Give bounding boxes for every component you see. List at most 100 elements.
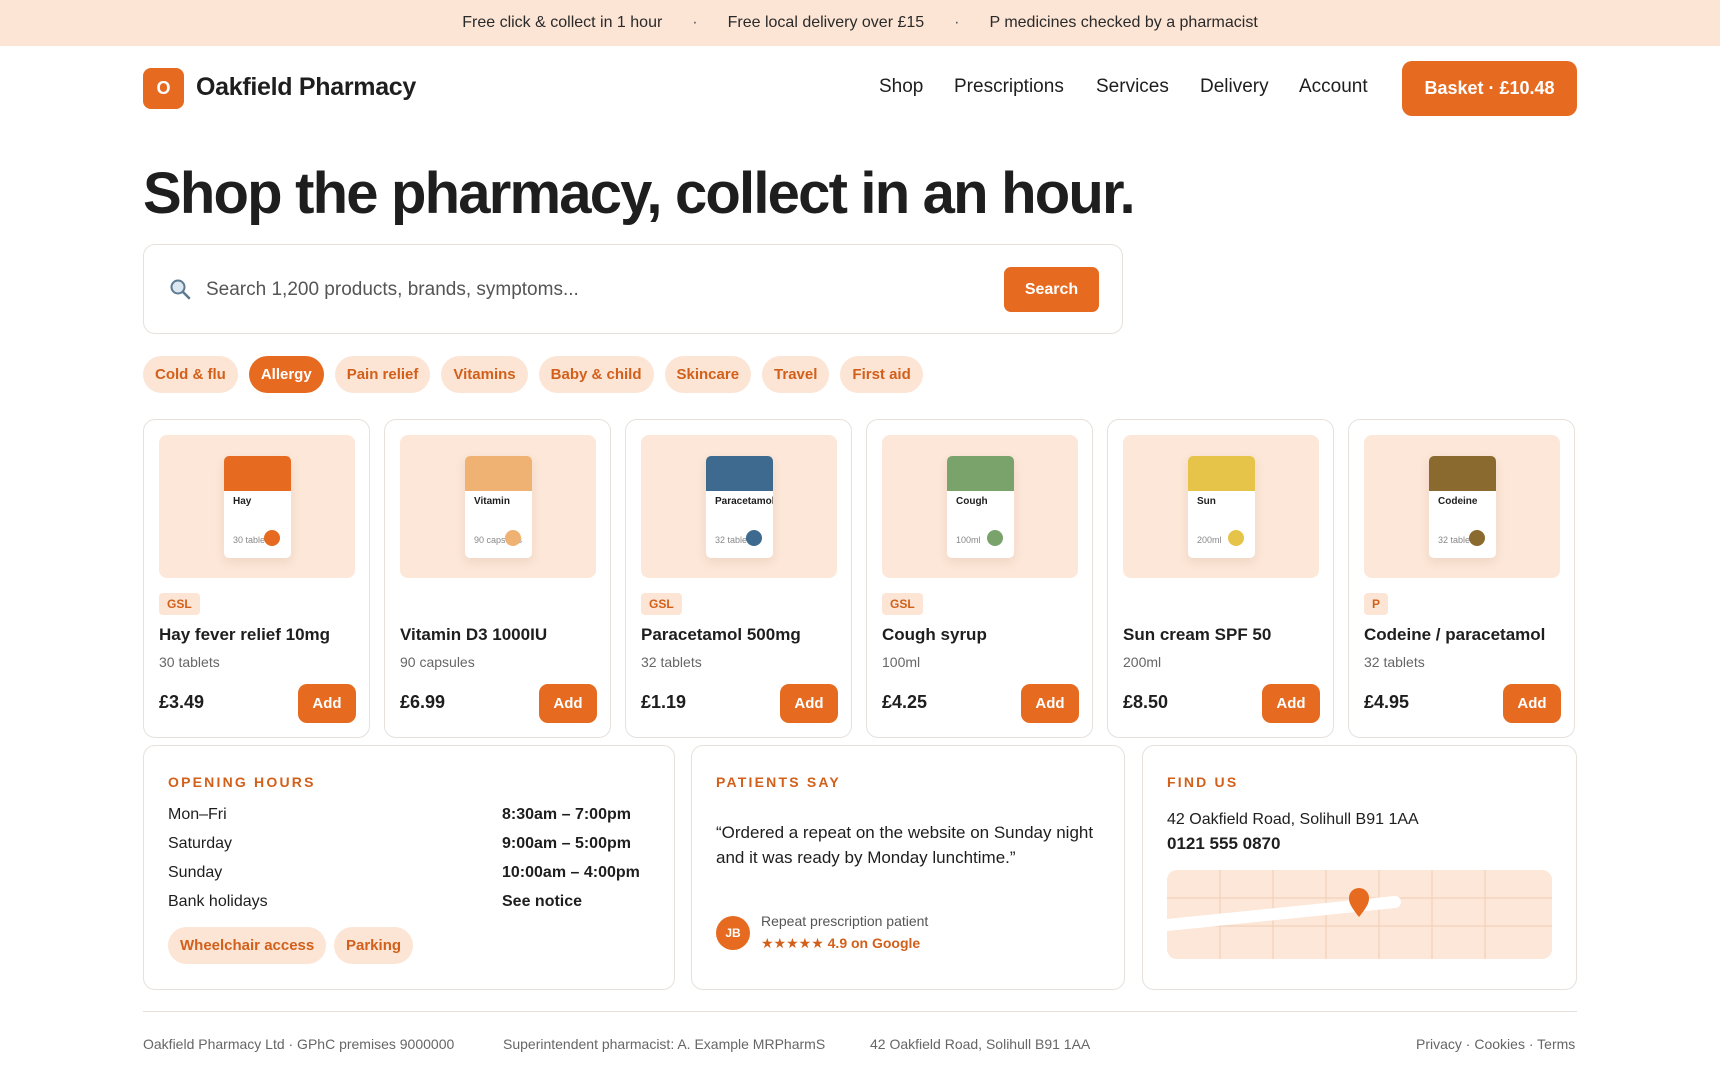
product-pack-size: 100ml <box>882 654 921 670</box>
map-illustration <box>1167 870 1552 959</box>
store-map[interactable] <box>1167 870 1552 959</box>
product-card[interactable]: Cough 100ml GSL Cough syrup 100ml £4.25 … <box>866 419 1093 738</box>
product-card[interactable]: Vitamin 90 capsules Vitamin D3 1000IU 90… <box>384 419 611 738</box>
bottle-dot <box>1469 530 1485 546</box>
product-name[interactable]: Codeine / paracetamol <box>1364 625 1545 645</box>
brand-name[interactable]: Oakfield Pharmacy <box>196 73 416 102</box>
search-input[interactable] <box>206 273 966 307</box>
category-chip[interactable]: Vitamins <box>441 356 528 393</box>
footer-link-privacy[interactable]: Privacy <box>1416 1036 1462 1052</box>
bottle-size: 100ml <box>956 535 981 545</box>
product-name[interactable]: Cough syrup <box>882 625 987 645</box>
search-bar: Search <box>143 244 1123 334</box>
bottle-illustration: Hay 30 tablets <box>224 456 291 558</box>
product-image[interactable]: Hay 30 tablets <box>159 435 355 578</box>
bottle-size: 200ml <box>1197 535 1222 545</box>
add-to-basket-button[interactable]: Add <box>1021 684 1079 723</box>
bottle-label: Sun <box>1197 496 1216 507</box>
product-card[interactable]: Codeine 32 tablets P Codeine / paracetam… <box>1348 419 1575 738</box>
product-pack-size: 90 capsules <box>400 654 475 670</box>
footer-link-terms[interactable]: Terms <box>1537 1036 1575 1052</box>
product-name[interactable]: Vitamin D3 1000IU <box>400 625 547 645</box>
search-button[interactable]: Search <box>1004 267 1099 312</box>
find-us-panel: FIND US 42 Oakfield Road, Solihull B91 1… <box>1142 745 1577 990</box>
nav-delivery[interactable]: Delivery <box>1200 76 1269 98</box>
product-image[interactable]: Codeine 32 tablets <box>1364 435 1560 578</box>
category-chip[interactable]: First aid <box>840 356 923 393</box>
page-title: Shop the pharmacy, collect in an hour. <box>143 161 1136 226</box>
bottle-cap <box>706 456 773 491</box>
product-pack-size: 30 tablets <box>159 654 220 670</box>
promo-delivery: Free local delivery over £15 <box>727 14 925 31</box>
promo-pharmacist: P medicines checked by a pharmacist <box>989 14 1258 31</box>
product-card[interactable]: Paracetamol 32 tablets GSL Paracetamol 5… <box>625 419 852 738</box>
footer-address: 42 Oakfield Road, Solihull B91 1AA <box>870 1036 1091 1052</box>
hours-day: Bank holidays <box>168 893 268 910</box>
bottle-label: Codeine <box>1438 496 1478 507</box>
add-to-basket-button[interactable]: Add <box>1262 684 1320 723</box>
store-phone[interactable]: 0121 555 0870 <box>1167 834 1280 854</box>
opening-hours-panel: OPENING HOURS Mon–Fri 8:30am – 7:00pm Sa… <box>143 745 675 990</box>
product-card[interactable]: Sun 200ml Sun cream SPF 50 200ml £8.50 A… <box>1107 419 1334 738</box>
product-card[interactable]: Hay 30 tablets GSL Hay fever relief 10mg… <box>143 419 370 738</box>
add-to-basket-button[interactable]: Add <box>539 684 597 723</box>
reviews-heading: PATIENTS SAY <box>716 774 841 790</box>
product-image[interactable]: Sun 200ml <box>1123 435 1319 578</box>
product-image[interactable]: Paracetamol 32 tablets <box>641 435 837 578</box>
nav-shop[interactable]: Shop <box>879 76 923 98</box>
category-chip[interactable]: Skincare <box>664 356 752 393</box>
product-image[interactable]: Vitamin 90 capsules <box>400 435 596 578</box>
hours-time: 9:00am – 5:00pm <box>502 835 631 852</box>
google-rating[interactable]: ★★★★★ 4.9 on Google <box>761 935 920 952</box>
bottle-illustration: Paracetamol 32 tablets <box>706 456 773 558</box>
add-to-basket-button[interactable]: Add <box>780 684 838 723</box>
bottle-dot <box>746 530 762 546</box>
basket-button[interactable]: Basket · £10.48 <box>1402 61 1577 116</box>
logo[interactable]: O <box>143 68 184 109</box>
bottle-label: Vitamin <box>474 496 510 507</box>
product-price: £6.99 <box>400 692 446 712</box>
category-chip[interactable]: Pain relief <box>334 356 431 393</box>
amenity-badge-parking: Parking <box>334 927 414 964</box>
bottle-illustration: Cough 100ml <box>947 456 1014 558</box>
category-chip[interactable]: Baby & child <box>538 356 654 393</box>
product-name[interactable]: Sun cream SPF 50 <box>1123 625 1271 645</box>
nav-services[interactable]: Services <box>1096 76 1169 98</box>
medicine-class-badge: GSL <box>641 593 682 615</box>
medicine-class-badge: GSL <box>882 593 923 615</box>
category-chip[interactable]: Cold & flu <box>143 356 238 393</box>
hours-day: Mon–Fri <box>168 806 227 823</box>
footer-superintendent: Superintendent pharmacist: A. Example MR… <box>503 1036 826 1052</box>
opening-hours-heading: OPENING HOURS <box>168 774 316 790</box>
avatar: JB <box>716 916 750 950</box>
add-to-basket-button[interactable]: Add <box>298 684 356 723</box>
bottle-cap <box>465 456 532 491</box>
promo-click-collect: Free click & collect in 1 hour <box>462 14 663 31</box>
medicine-class-badge: GSL <box>159 593 200 615</box>
bottle-cap <box>947 456 1014 491</box>
add-to-basket-button[interactable]: Add <box>1503 684 1561 723</box>
bottle-dot <box>264 530 280 546</box>
hours-time[interactable]: See notice <box>502 893 582 911</box>
bottle-illustration: Codeine 32 tablets <box>1429 456 1496 558</box>
footer-company: Oakfield Pharmacy Ltd · GPhC premises 90… <box>143 1036 455 1052</box>
product-price: £8.50 <box>1123 692 1169 712</box>
footer-link-separator: · <box>1528 1036 1538 1052</box>
product-price: £1.19 <box>641 692 687 712</box>
footer-link-cookies[interactable]: Cookies <box>1474 1036 1525 1052</box>
nav-account[interactable]: Account <box>1299 76 1368 98</box>
product-pack-size: 200ml <box>1123 654 1162 670</box>
review-quote: “Ordered a repeat on the website on Sund… <box>716 823 1094 867</box>
product-name[interactable]: Paracetamol 500mg <box>641 625 801 645</box>
product-price: £3.49 <box>159 692 205 712</box>
product-image[interactable]: Cough 100ml <box>882 435 1078 578</box>
product-price: £4.25 <box>882 692 928 712</box>
category-chip[interactable]: Travel <box>762 356 830 393</box>
product-name[interactable]: Hay fever relief 10mg <box>159 625 330 645</box>
nav-prescriptions[interactable]: Prescriptions <box>954 76 1064 98</box>
product-pack-size: 32 tablets <box>641 654 702 670</box>
category-chip-active[interactable]: Allergy <box>248 356 324 393</box>
amenity-badge-wheelchair: Wheelchair access <box>168 927 327 964</box>
promo-separator: · <box>692 14 698 31</box>
product-grid: Hay 30 tablets GSL Hay fever relief 10mg… <box>143 419 1575 738</box>
